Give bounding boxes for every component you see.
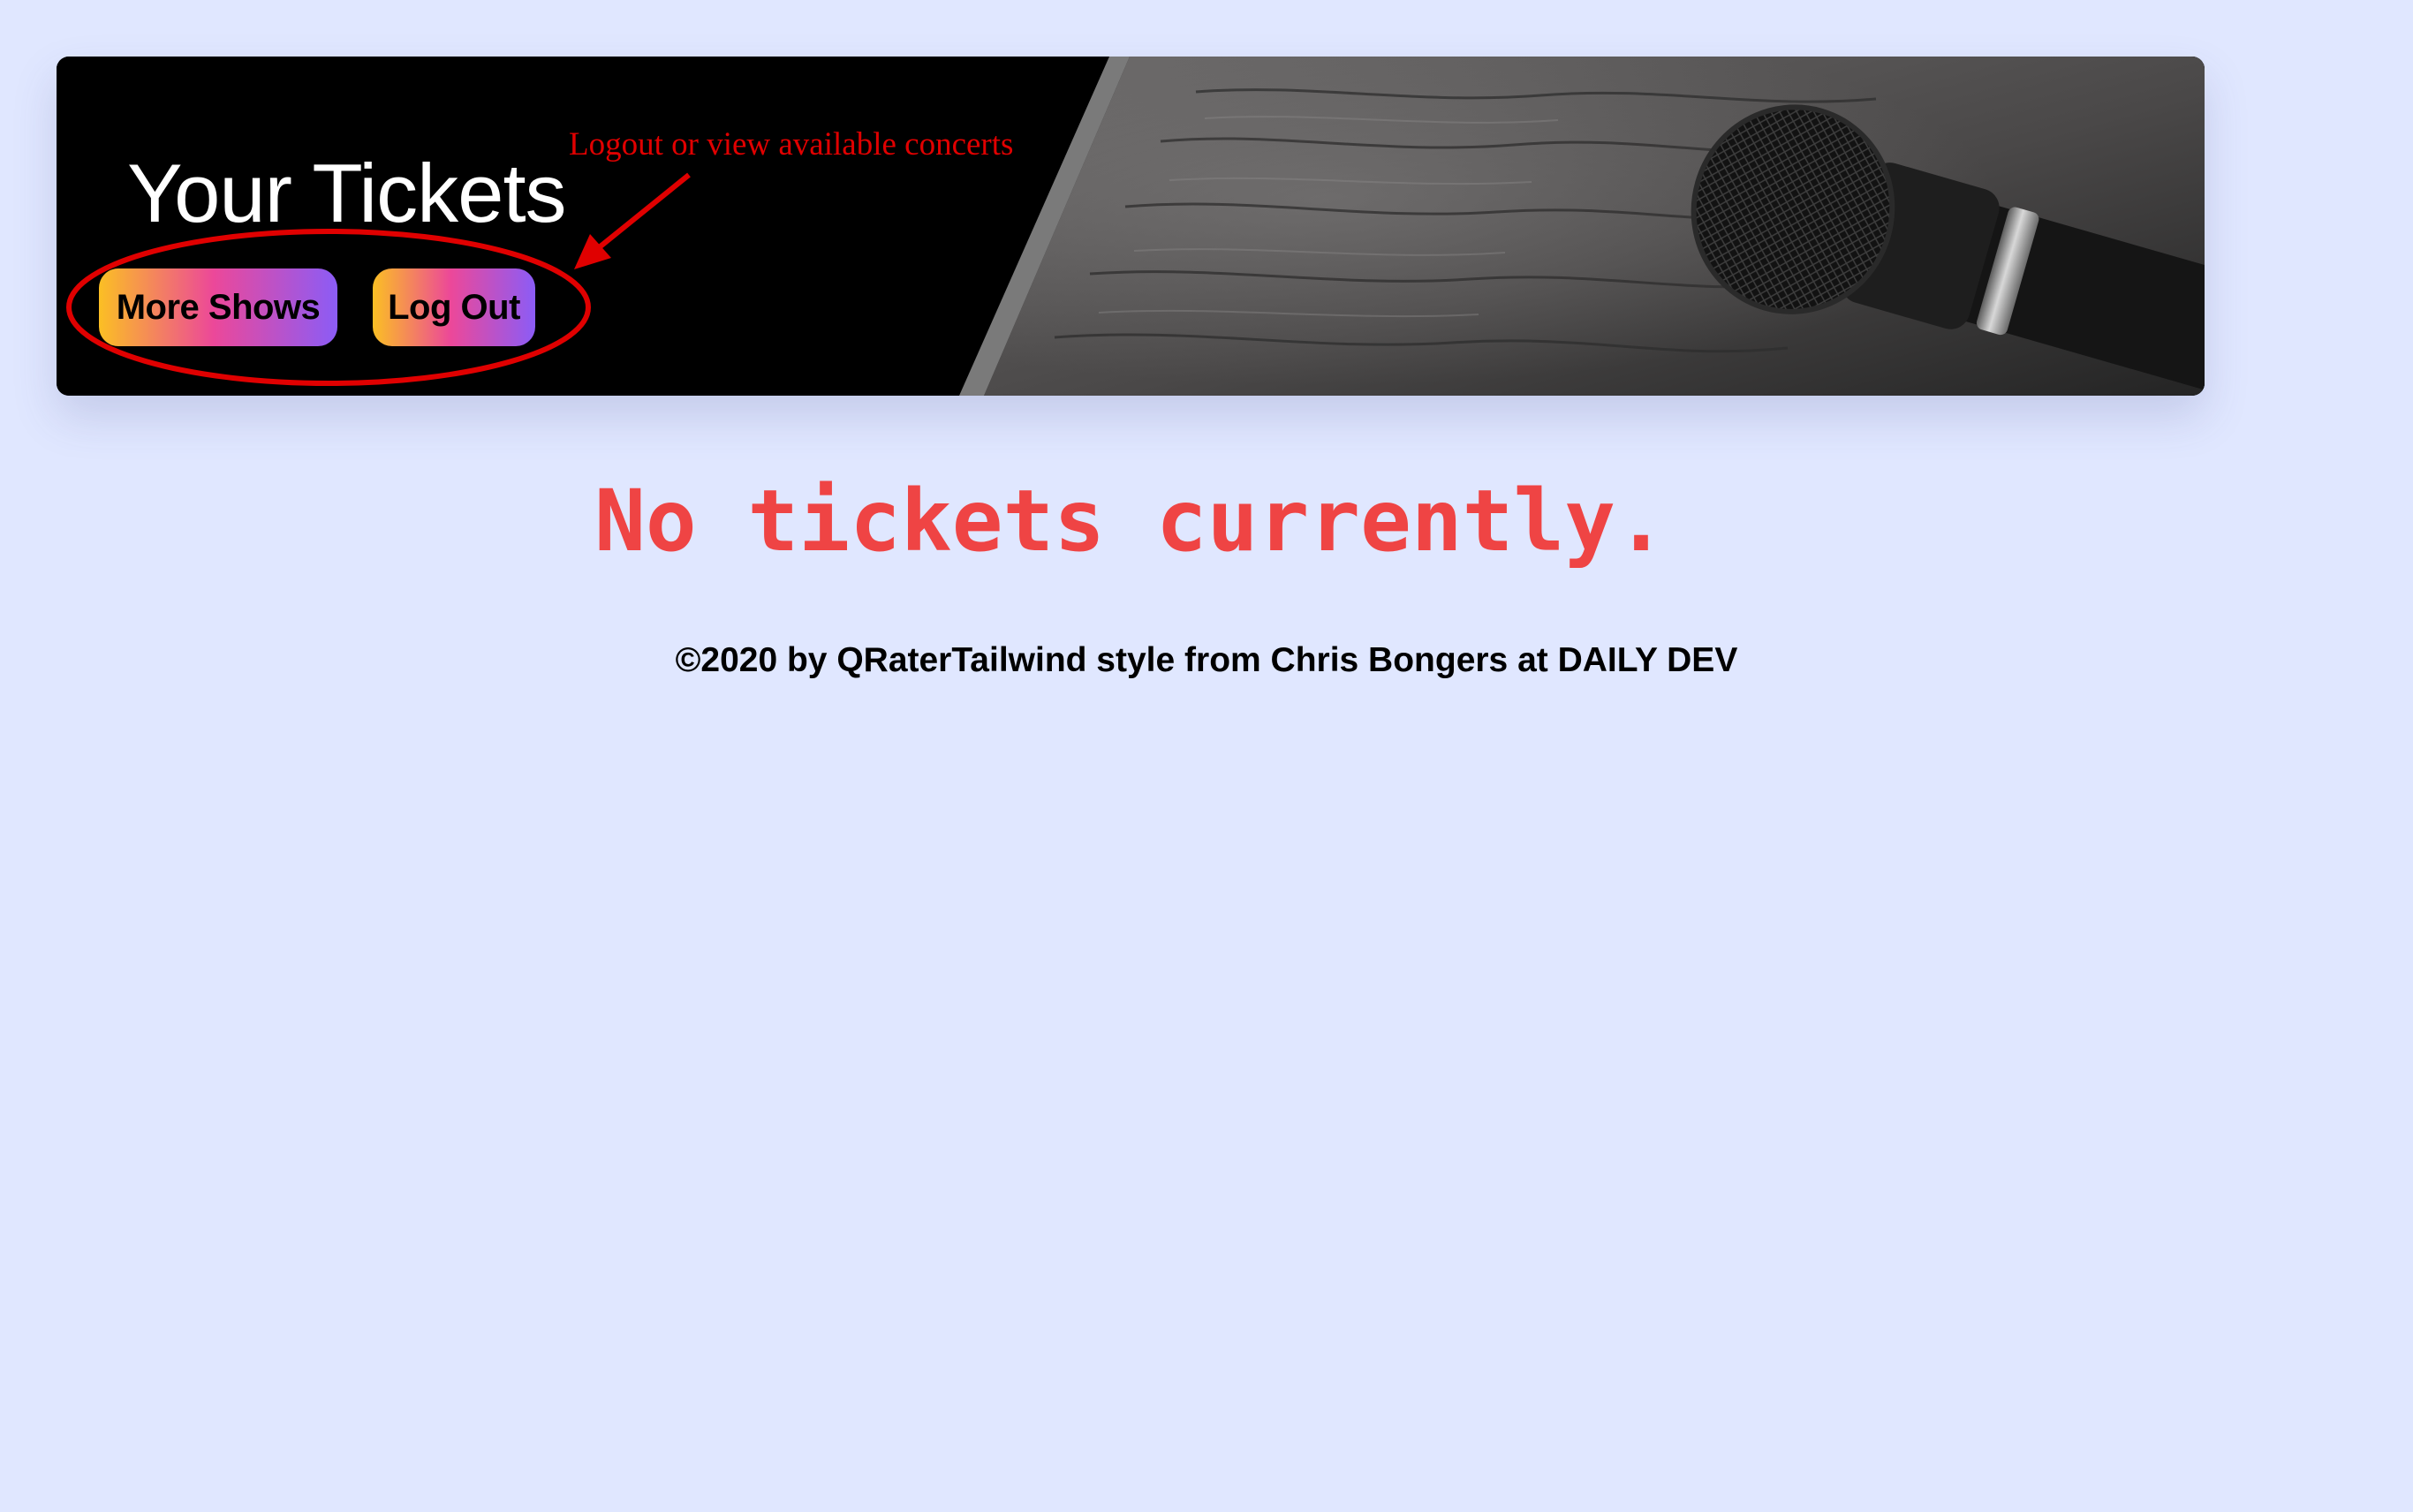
log-out-button[interactable]: Log Out — [373, 268, 535, 346]
page-title: Your Tickets — [127, 147, 567, 239]
empty-state-message: No tickets currently. — [594, 472, 1667, 571]
footer-credit: ©2020 by QRaterTailwind style from Chris… — [675, 641, 1738, 679]
more-shows-button[interactable]: More Shows — [99, 268, 337, 346]
hero-banner: Your Tickets More Shows Log Out — [57, 57, 2205, 396]
annotation-text: Logout or view available concerts — [569, 126, 1014, 163]
